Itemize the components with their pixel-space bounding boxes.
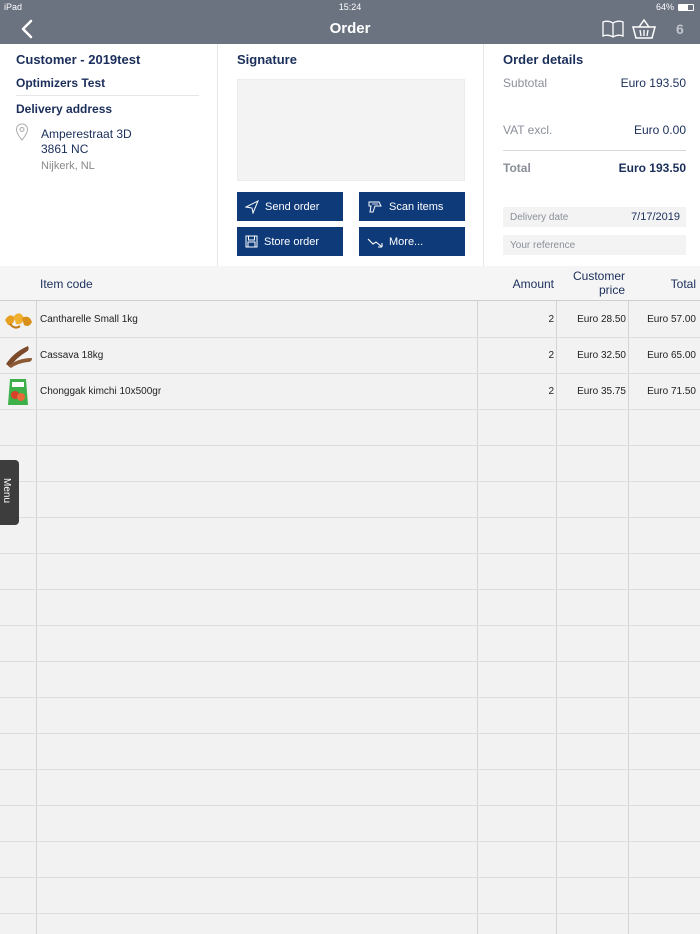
header-total: Total bbox=[670, 277, 696, 291]
subtotal-value: Euro 193.50 bbox=[620, 76, 686, 90]
address-street: Amperestraat 3D bbox=[41, 127, 132, 141]
delivery-address-label: Delivery address bbox=[16, 102, 113, 116]
reference-input[interactable]: Your reference bbox=[503, 235, 686, 255]
header-customer-price: Customer price bbox=[557, 269, 627, 297]
total-label: Total bbox=[503, 161, 531, 175]
header-price-line1: Customer bbox=[572, 269, 625, 283]
item-price: Euro 32.50 bbox=[577, 350, 626, 361]
table-row[interactable]: Cantharelle Small 1kg 2 Euro 28.50 Euro … bbox=[0, 302, 700, 338]
side-menu-tab[interactable]: Menu bbox=[0, 460, 19, 525]
empty-table-row bbox=[0, 698, 700, 734]
delivery-date-field[interactable]: Delivery date 7/17/2019 bbox=[503, 207, 686, 227]
menu-tab-label: Menu bbox=[1, 478, 12, 504]
store-order-label: Store order bbox=[264, 235, 320, 248]
item-amount: 2 bbox=[548, 350, 554, 361]
cassava-thumb-icon bbox=[6, 346, 32, 368]
vat-label: VAT excl. bbox=[503, 123, 553, 137]
customer-title: Customer - 2019test bbox=[16, 52, 141, 67]
battery-icon bbox=[678, 3, 694, 11]
basket-icon[interactable] bbox=[632, 18, 656, 40]
scan-items-button[interactable]: Scan items bbox=[359, 192, 465, 221]
item-amount: 2 bbox=[548, 314, 554, 325]
order-details-panel: Order details Subtotal Euro 193.50 VAT e… bbox=[485, 44, 700, 266]
basket-count: 6 bbox=[676, 21, 684, 37]
divider bbox=[503, 150, 686, 151]
item-code: Cantharelle Small 1kg bbox=[40, 314, 138, 325]
empty-table-row bbox=[0, 482, 700, 518]
empty-table-row bbox=[0, 842, 700, 878]
status-bar: iPad 15:24 64% bbox=[0, 0, 700, 14]
catalog-book-icon[interactable] bbox=[602, 20, 624, 38]
item-code: Chonggak kimchi 10x500gr bbox=[40, 386, 162, 397]
mushroom-thumb-icon bbox=[5, 313, 32, 329]
delivery-date-label: Delivery date bbox=[510, 212, 569, 223]
address-postcode: 3861 NC bbox=[41, 142, 89, 156]
item-total: Euro 57.00 bbox=[647, 314, 696, 325]
more-button[interactable]: More... bbox=[359, 227, 465, 256]
empty-table-row bbox=[0, 662, 700, 698]
empty-table-row bbox=[0, 554, 700, 590]
table-row[interactable]: Chonggak kimchi 10x500gr 2 Euro 35.75 Eu… bbox=[0, 374, 700, 410]
floppy-disk-icon bbox=[245, 235, 258, 248]
header-price-line2: price bbox=[598, 283, 625, 297]
divider bbox=[16, 95, 199, 96]
empty-table-row bbox=[0, 446, 700, 482]
vat-value: Euro 0.00 bbox=[633, 123, 686, 137]
kimchi-thumb-icon bbox=[8, 379, 28, 405]
address-city: Nijkerk, NL bbox=[41, 160, 95, 172]
reply-arrow-icon bbox=[367, 238, 383, 248]
paper-plane-icon bbox=[245, 199, 259, 214]
empty-table-row bbox=[0, 518, 700, 554]
empty-table-row bbox=[0, 590, 700, 626]
item-price: Euro 35.75 bbox=[577, 386, 626, 397]
reference-placeholder: Your reference bbox=[510, 240, 576, 251]
item-code: Cassava 18kg bbox=[40, 350, 104, 361]
item-price: Euro 28.50 bbox=[577, 314, 626, 325]
order-items-table: Item code Amount Customer price Total Ca… bbox=[0, 266, 700, 934]
navigation-bar: iPad 15:24 64% Order 6 bbox=[0, 0, 700, 44]
table-row[interactable]: Cassava 18kg 2 Euro 32.50 Euro 65.00 bbox=[0, 338, 700, 374]
empty-table-row bbox=[0, 914, 700, 934]
customer-panel: Customer - 2019test Optimizers Test Deli… bbox=[0, 44, 218, 266]
total-value: Euro 193.50 bbox=[618, 161, 686, 175]
battery-percent: 64% bbox=[655, 2, 674, 12]
empty-table-row bbox=[0, 734, 700, 770]
barcode-scanner-icon bbox=[368, 201, 382, 212]
item-total: Euro 65.00 bbox=[647, 350, 696, 361]
empty-table-row bbox=[0, 770, 700, 806]
order-details-title: Order details bbox=[503, 52, 584, 67]
item-total: Euro 71.50 bbox=[647, 386, 696, 397]
scan-items-label: Scan items bbox=[389, 200, 444, 213]
subtotal-label: Subtotal bbox=[503, 76, 548, 90]
empty-table-row bbox=[0, 806, 700, 842]
clock: 15:24 bbox=[338, 2, 362, 12]
send-order-button[interactable]: Send order bbox=[237, 192, 343, 221]
store-order-button[interactable]: Store order bbox=[237, 227, 343, 256]
location-pin-icon bbox=[15, 123, 29, 141]
signature-title: Signature bbox=[237, 52, 297, 67]
customer-name: Optimizers Test bbox=[16, 76, 106, 90]
page-title: Order bbox=[329, 20, 371, 37]
signature-pad[interactable] bbox=[237, 79, 465, 181]
item-amount: 2 bbox=[548, 386, 554, 397]
empty-table-row bbox=[0, 878, 700, 914]
signature-panel: Signature Send order Scan items Store or… bbox=[219, 44, 484, 266]
more-label: More... bbox=[389, 235, 424, 248]
empty-table-row bbox=[0, 410, 700, 446]
empty-table-row bbox=[0, 626, 700, 662]
header-amount: Amount bbox=[512, 277, 554, 291]
header-item-code: Item code bbox=[40, 277, 93, 291]
send-order-label: Send order bbox=[265, 200, 320, 213]
delivery-date-value: 7/17/2019 bbox=[631, 211, 680, 223]
table-header: Item code Amount Customer price Total bbox=[0, 266, 700, 301]
order-header-panels: Customer - 2019test Optimizers Test Deli… bbox=[0, 44, 700, 266]
battery-status: 64% bbox=[656, 2, 694, 12]
